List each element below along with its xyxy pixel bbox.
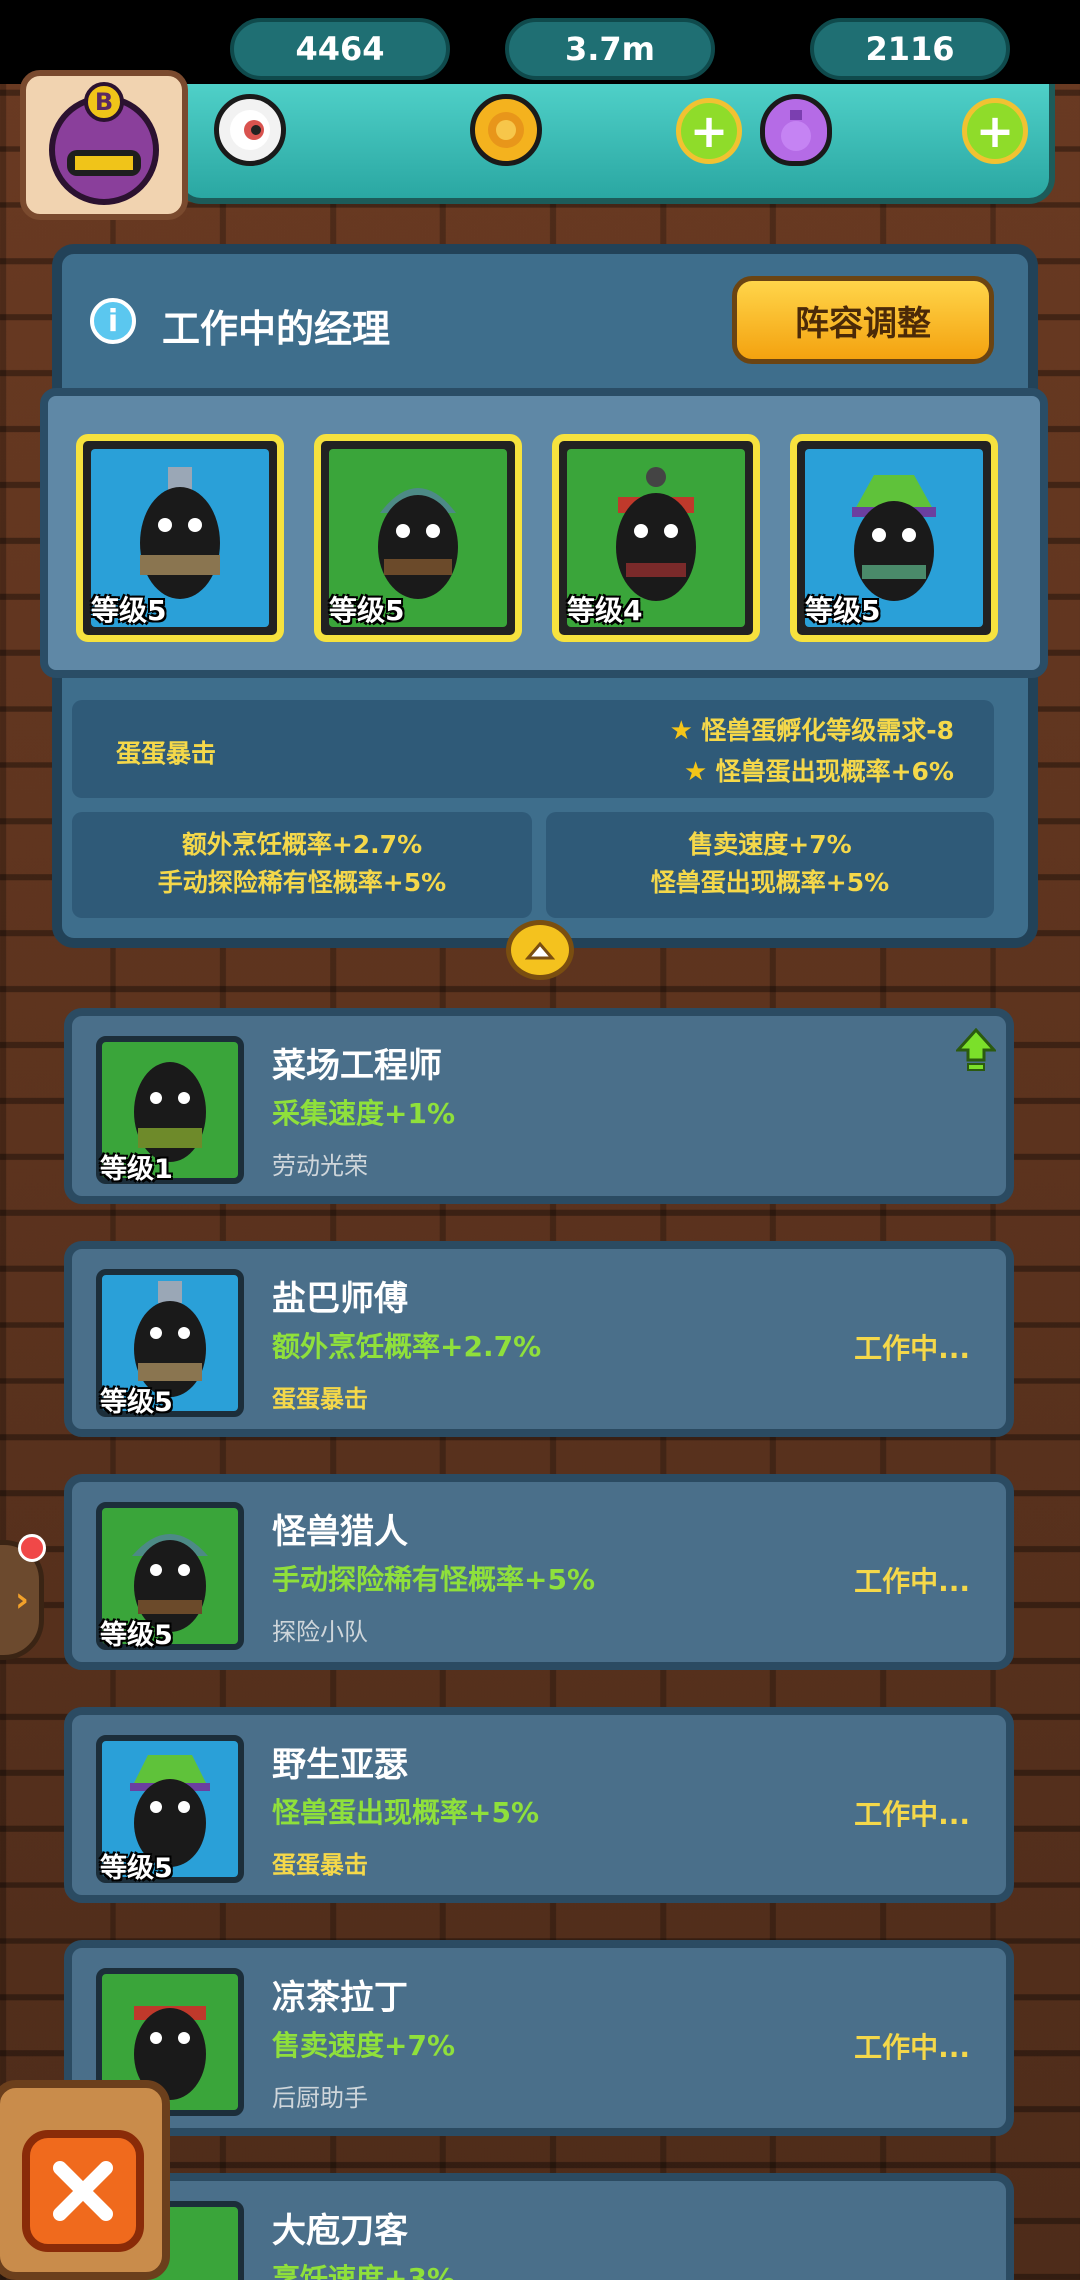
- eyeball-counter: 4464: [230, 18, 450, 80]
- working-status: 工作中...: [854, 1798, 970, 1831]
- manager-name: 怪兽猎人: [272, 1512, 408, 1552]
- manager-slot-3[interactable]: 等级4: [552, 434, 760, 642]
- eyeball-icon: [214, 94, 286, 166]
- eyeball-count: 4464: [295, 30, 385, 68]
- manager-card[interactable]: 等级1 菜场工程师 采集速度+1% 劳动光荣: [64, 1008, 1014, 1204]
- bonus-box-left: 额外烹饪概率+2.7% 手动探险稀有怪概率+5%: [72, 812, 532, 918]
- manager-name: 菜场工程师: [272, 1046, 442, 1086]
- manager-portrait: 等级5: [96, 1735, 244, 1884]
- manager-portrait: 等级5: [96, 1502, 244, 1651]
- manager-level: 等级5: [100, 1387, 173, 1418]
- manager-level: 等级5: [100, 1853, 173, 1884]
- manager-tag: 后厨助手: [272, 2084, 368, 2112]
- manager-level: 等级5: [100, 1620, 173, 1651]
- potion-counter: 2116: [810, 18, 1010, 80]
- star-icon: ★: [669, 716, 702, 746]
- avatar-badge: B: [95, 88, 113, 116]
- manager-stat: 售卖速度+7%: [272, 2029, 455, 2062]
- working-status: 工作中...: [854, 1565, 970, 1598]
- potion-count: 2116: [865, 30, 955, 68]
- manager-slot-1[interactable]: 等级5: [76, 434, 284, 642]
- manager-card[interactable]: 凉茶拉丁 售卖速度+7% 后厨助手 工作中...: [64, 1940, 1014, 2136]
- combo-name: 蛋蛋暴击: [116, 739, 217, 768]
- collapse-button[interactable]: [506, 920, 574, 980]
- upgrade-arrow-icon[interactable]: [956, 1028, 996, 1072]
- manager-card[interactable]: 等级5 怪兽猎人 手动探险稀有怪概率+5% 探险小队 工作中...: [64, 1474, 1014, 1670]
- lineup-adjust-button[interactable]: 阵容调整: [732, 276, 994, 364]
- manager-stat: 额外烹饪概率+2.7%: [272, 1330, 542, 1363]
- manager-tag: 蛋蛋暴击: [272, 1851, 368, 1879]
- panel-title: 工作中的经理: [162, 307, 391, 351]
- manager-card[interactable]: 大庖刀客 烹饪速度+3%: [64, 2173, 1014, 2280]
- bonus-text: 手动探险稀有怪概率+5%: [157, 868, 447, 897]
- manager-stat: 烹饪速度+3%: [272, 2262, 455, 2280]
- bonus-text: 额外烹饪概率+2.7%: [181, 830, 423, 859]
- manager-name: 大庖刀客: [272, 2211, 408, 2251]
- combo-bonus-2: 怪兽蛋出现概率+6%: [715, 757, 954, 786]
- notification-dot: [18, 1534, 46, 1562]
- add-potions-button[interactable]: +: [962, 98, 1028, 164]
- manager-tag: 探险小队: [272, 1618, 368, 1646]
- combo-bonus-row: 蛋蛋暴击 ★ 怪兽蛋孵化等级需求-8 ★ 怪兽蛋出现概率+6%: [72, 700, 994, 798]
- working-status: 工作中...: [854, 1332, 970, 1365]
- manager-slot-2[interactable]: 等级5: [314, 434, 522, 642]
- manager-stat: 采集速度+1%: [272, 1097, 455, 1130]
- bonus-text: 怪兽蛋出现概率+5%: [650, 868, 890, 897]
- bonus-box-right: 售卖速度+7% 怪兽蛋出现概率+5%: [546, 812, 994, 918]
- coin-icon: [470, 94, 542, 166]
- slot-level: 等级5: [329, 594, 405, 627]
- slot-level: 等级5: [91, 594, 167, 627]
- manager-stat: 手动探险稀有怪概率+5%: [272, 1563, 595, 1596]
- slot-level: 等级5: [805, 594, 881, 627]
- info-icon[interactable]: i: [90, 298, 136, 344]
- manager-name: 野生亚瑟: [272, 1745, 408, 1785]
- manager-tag: 蛋蛋暴击: [272, 1385, 368, 1413]
- add-coins-button[interactable]: +: [676, 98, 742, 164]
- manager-name: 凉茶拉丁: [272, 1978, 408, 2018]
- manager-portrait: 等级5: [96, 1269, 244, 1418]
- player-avatar[interactable]: B: [20, 70, 188, 220]
- coin-counter: 3.7m: [505, 18, 715, 80]
- manager-stat: 怪兽蛋出现概率+5%: [272, 1796, 539, 1829]
- working-status: 工作中...: [854, 2031, 970, 2064]
- close-button[interactable]: [22, 2130, 144, 2252]
- manager-slot-4[interactable]: 等级5: [790, 434, 998, 642]
- potion-icon: [760, 94, 832, 166]
- manager-card[interactable]: 等级5 野生亚瑟 怪兽蛋出现概率+5% 蛋蛋暴击 工作中...: [64, 1707, 1014, 1903]
- manager-card[interactable]: 等级5 盐巴师傅 额外烹饪概率+2.7% 蛋蛋暴击 工作中...: [64, 1241, 1014, 1437]
- close-icon: [53, 2161, 113, 2221]
- resource-bar: [175, 84, 1055, 204]
- coin-count: 3.7m: [564, 30, 656, 68]
- manager-name: 盐巴师傅: [272, 1279, 408, 1319]
- manager-tag: 劳动光荣: [272, 1152, 368, 1180]
- manager-level: 等级1: [100, 1154, 173, 1185]
- slot-level: 等级4: [567, 594, 643, 627]
- combo-bonus-1: 怪兽蛋孵化等级需求-8: [701, 716, 954, 745]
- chevron-up-icon: [525, 941, 555, 960]
- bonus-text: 售卖速度+7%: [688, 830, 852, 859]
- star-icon: ★: [684, 757, 716, 787]
- manager-portrait: 等级1: [96, 1036, 244, 1185]
